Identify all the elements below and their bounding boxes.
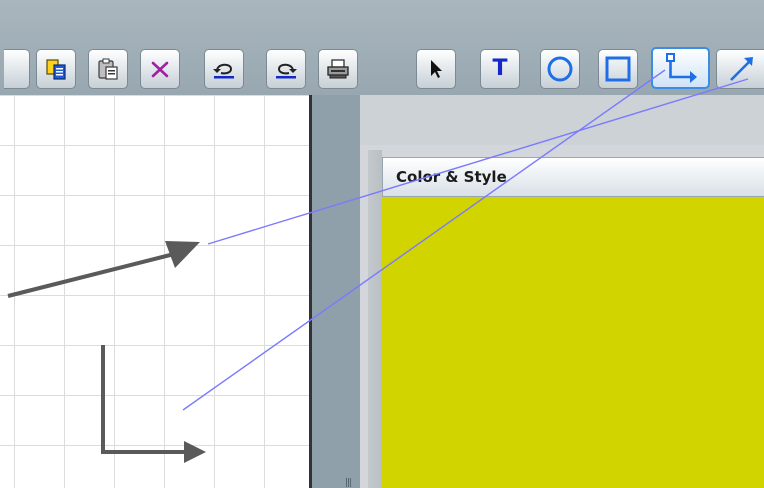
elbow-connector-tool-button[interactable]	[651, 47, 710, 89]
ellipse-tool-button[interactable]	[540, 49, 580, 89]
pointer-arrow-icon	[427, 58, 445, 80]
print-button[interactable]	[318, 49, 358, 89]
printer-icon	[325, 57, 351, 81]
color-fill-swatch[interactable]	[382, 197, 764, 488]
select-tool-button[interactable]	[416, 49, 456, 89]
rectangle-tool-button[interactable]	[598, 49, 638, 89]
undo-icon	[211, 57, 237, 81]
splitter-grip-icon[interactable]: |||	[345, 478, 352, 488]
delete-button[interactable]	[140, 49, 180, 89]
undo-button[interactable]	[204, 49, 244, 89]
copy-button[interactable]	[36, 49, 76, 89]
square-icon	[604, 55, 632, 83]
line-tool-button[interactable]	[716, 49, 764, 89]
redo-button[interactable]	[266, 49, 306, 89]
toolbar-button-partial[interactable]	[4, 49, 30, 89]
color-style-panel: Color & Style	[382, 157, 764, 488]
paste-button[interactable]	[88, 49, 128, 89]
paste-icon	[96, 57, 120, 81]
panel-title[interactable]: Color & Style	[382, 157, 764, 197]
redo-icon	[273, 57, 299, 81]
drawing-canvas[interactable]	[0, 95, 310, 488]
text-tool-button[interactable]: T	[480, 49, 520, 89]
copy-icon	[44, 57, 68, 81]
properties-header-strip	[360, 95, 764, 145]
panel-splitter[interactable]	[312, 95, 360, 488]
circle-icon	[546, 55, 574, 83]
elbow-connector-icon	[661, 51, 701, 85]
delete-icon	[148, 57, 172, 81]
text-icon: T	[492, 56, 508, 81]
panel-shadow	[368, 150, 382, 488]
diagonal-arrow-icon	[726, 54, 756, 84]
